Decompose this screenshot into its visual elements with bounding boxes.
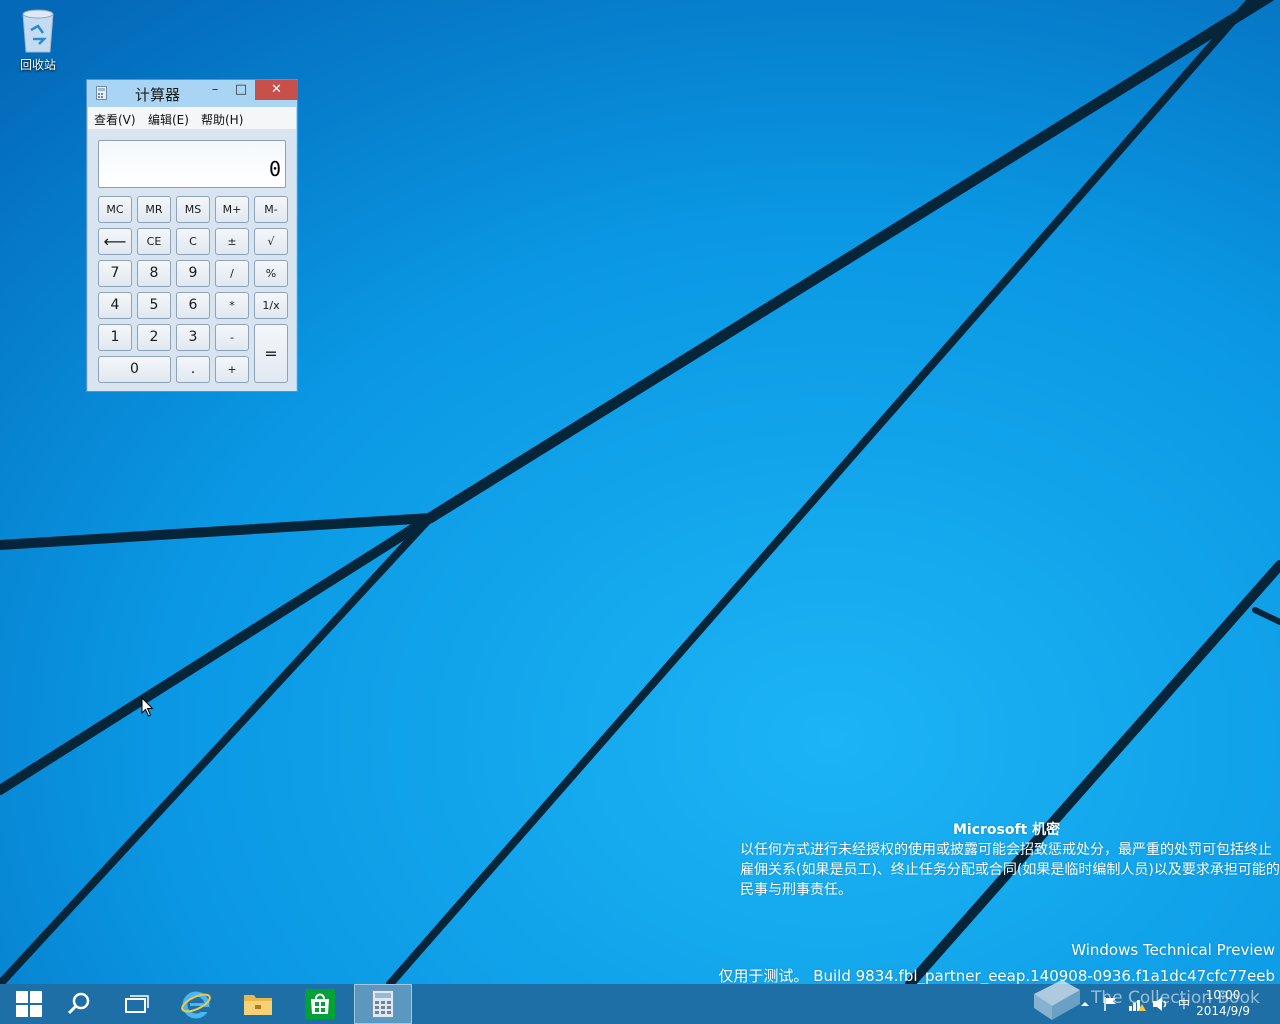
key-divide[interactable]: / [215, 260, 249, 287]
calculator-app-icon [96, 86, 107, 100]
key-reciprocal[interactable]: 1/x [254, 292, 288, 319]
book-logo-icon [1034, 980, 1080, 1020]
display-value: 0 [268, 157, 281, 181]
desktop: 回收站 计算器 – □ ✕ 查看(V) 编辑(E) 帮助(H) 0 MC MR … [0, 0, 1280, 984]
taskbar: 中 10:00 2014/9/9 [0, 984, 1280, 1024]
calculator-taskbar-button[interactable] [354, 984, 412, 1024]
maximize-button[interactable]: □ [229, 80, 253, 100]
key-sqrt[interactable]: √ [254, 228, 288, 255]
key-1[interactable]: 1 [98, 324, 132, 351]
calculator-body: 0 MC MR MS M+ M- ⟵ CE C ± √ 7 8 9 / % 4 … [88, 129, 296, 391]
key-equals[interactable]: = [254, 324, 288, 383]
store-button[interactable] [291, 984, 349, 1024]
window-title: 计算器 [135, 86, 181, 104]
recycle-bin-icon [22, 9, 54, 53]
watermark-build: 仅用于测试。 Build 9834.fbl_partner_eeap.14090… [718, 967, 1275, 984]
key-m-minus[interactable]: M- [254, 196, 288, 223]
watermark-preview: Windows Technical Preview [1071, 941, 1275, 959]
task-view-icon [125, 995, 149, 1013]
internet-explorer-button[interactable] [167, 984, 225, 1024]
key-percent[interactable]: % [254, 260, 288, 287]
watermark-title: Microsoft 机密 [953, 822, 1061, 838]
calculator-icon [372, 990, 394, 1018]
recycle-bin[interactable]: 回收站 [8, 6, 68, 73]
close-button[interactable]: ✕ [255, 80, 298, 100]
key-backspace[interactable]: ⟵ [98, 228, 132, 255]
key-6[interactable]: 6 [176, 292, 210, 319]
store-icon [305, 989, 335, 1019]
overlay-watermark-text: The Collection Book [1091, 988, 1260, 1008]
key-mr[interactable]: MR [137, 196, 171, 223]
search-icon [67, 992, 90, 1015]
key-ce[interactable]: CE [137, 228, 171, 255]
key-add[interactable]: + [215, 356, 249, 383]
calculator-titlebar[interactable]: 计算器 – □ ✕ [87, 80, 298, 106]
key-3[interactable]: 3 [176, 324, 210, 351]
search-button[interactable] [50, 984, 108, 1024]
internet-explorer-icon [181, 991, 211, 1019]
menu-view[interactable]: 查看(V) [94, 111, 136, 128]
calculator-display: 0 [98, 140, 286, 188]
key-7[interactable]: 7 [98, 260, 132, 287]
folder-icon [244, 995, 272, 1015]
key-subtract[interactable]: - [215, 324, 249, 351]
key-mc[interactable]: MC [98, 196, 132, 223]
key-0[interactable]: 0 [98, 356, 171, 383]
key-5[interactable]: 5 [137, 292, 171, 319]
menu-edit[interactable]: 编辑(E) [148, 111, 189, 128]
key-4[interactable]: 4 [98, 292, 132, 319]
file-explorer-button[interactable] [229, 984, 287, 1024]
key-2[interactable]: 2 [137, 324, 171, 351]
key-multiply[interactable]: * [215, 292, 249, 319]
windows-logo-icon [16, 991, 42, 1017]
key-8[interactable]: 8 [137, 260, 171, 287]
key-plus-minus[interactable]: ± [215, 228, 249, 255]
watermark-body: 以任何方式进行未经授权的使用或披露可能会招致惩戒处分，最严重的处罚可包括终止雇佣… [740, 842, 1280, 898]
recycle-bin-label: 回收站 [19, 58, 56, 72]
minimize-button[interactable]: – [203, 80, 227, 100]
menu-help[interactable]: 帮助(H) [201, 111, 243, 128]
menu-bar: 查看(V) 编辑(E) 帮助(H) [88, 107, 296, 129]
key-c[interactable]: C [176, 228, 210, 255]
key-9[interactable]: 9 [176, 260, 210, 287]
key-m-plus[interactable]: M+ [215, 196, 249, 223]
task-view-button[interactable] [108, 984, 166, 1024]
key-ms[interactable]: MS [176, 196, 210, 223]
key-decimal[interactable]: . [176, 356, 210, 383]
calculator-window: 计算器 – □ ✕ 查看(V) 编辑(E) 帮助(H) 0 MC MR MS M… [86, 79, 298, 392]
mouse-cursor-icon [141, 697, 154, 717]
